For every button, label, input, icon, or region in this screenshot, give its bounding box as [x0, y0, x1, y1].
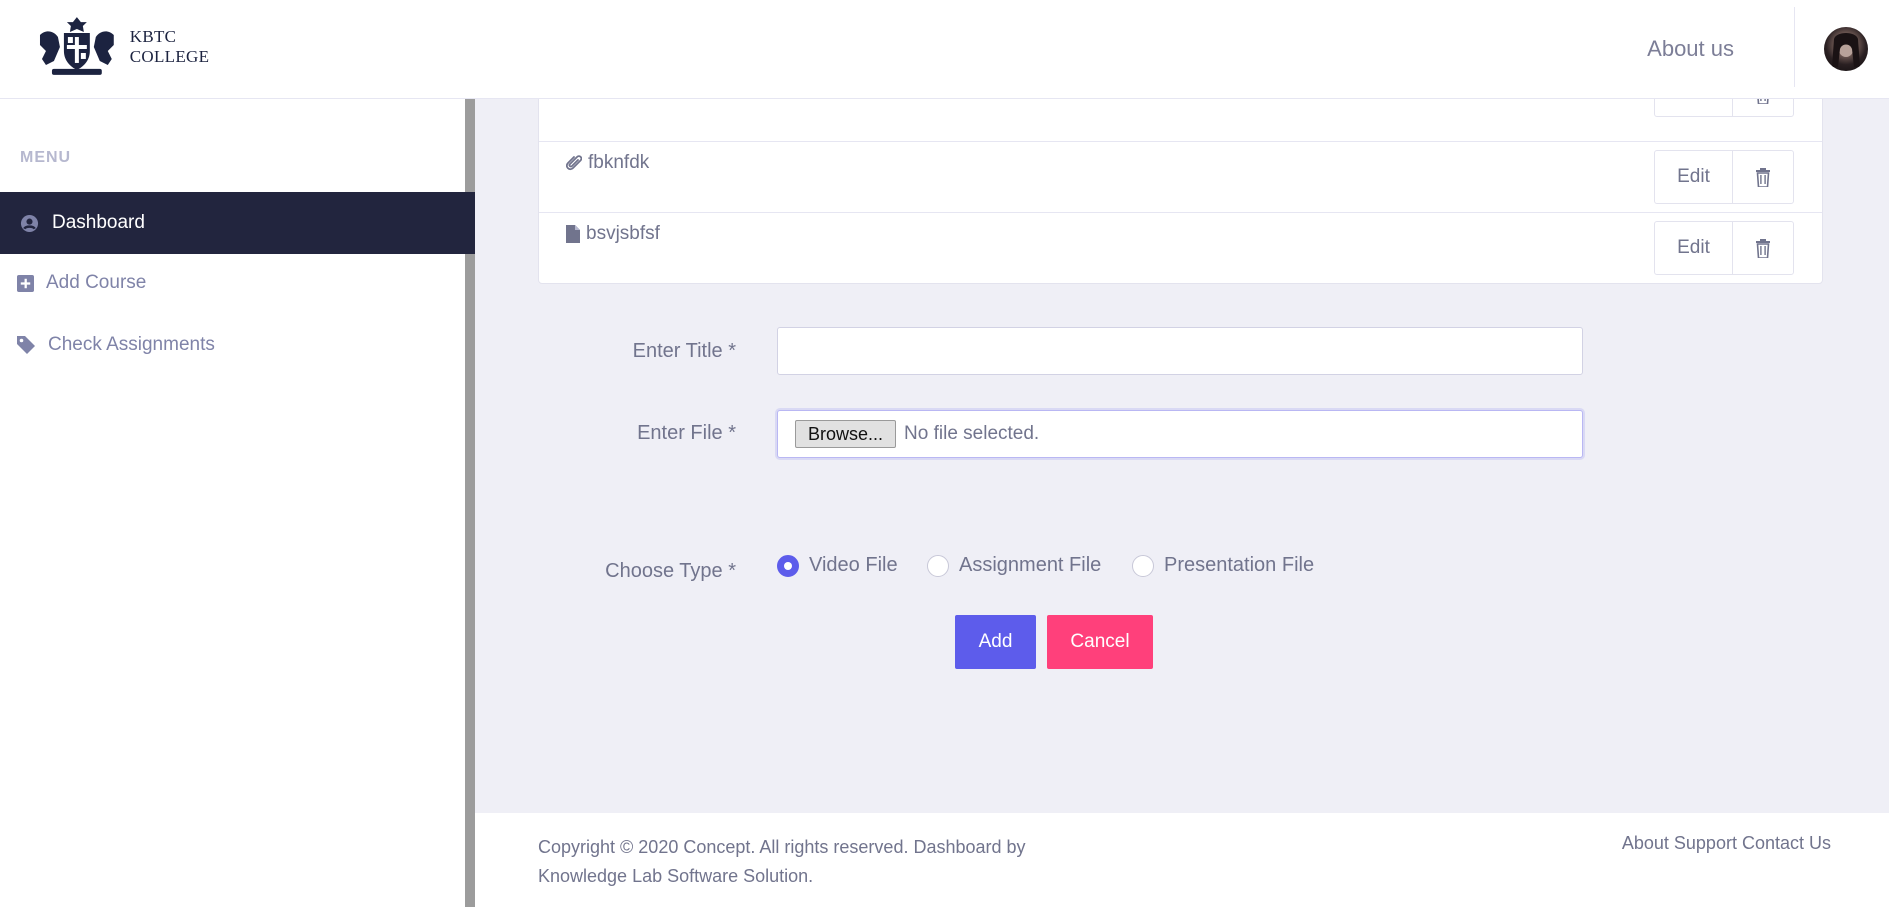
radio-label: Video File [809, 554, 898, 576]
crest-icon [39, 17, 114, 75]
footer: Copyright © 2020 Concept. All rights res… [475, 813, 1889, 907]
footer-links: About Support Contact Us [1622, 833, 1831, 854]
user-avatar[interactable] [1824, 27, 1868, 71]
file-label: Enter File * [637, 422, 736, 444]
radio-button-checked[interactable] [777, 554, 799, 577]
footer-link-contact[interactable]: Contact Us [1742, 833, 1831, 854]
logo-text: KBTC COLLEGE [129, 27, 210, 66]
trash-icon [1756, 167, 1770, 187]
radio-button[interactable] [1132, 554, 1154, 577]
list-item[interactable]: bsvjsbfsf Edit [539, 213, 1822, 284]
tag-icon [16, 335, 36, 355]
navbar-divider [1794, 7, 1795, 87]
footer-copyright: Copyright © 2020 Concept. All rights res… [538, 837, 1026, 886]
radio-label: Assignment File [959, 554, 1102, 576]
radio-video-file[interactable]: Video File [777, 554, 898, 577]
edit-button[interactable]: Edit [1655, 151, 1733, 203]
file-row-label: fbknfdk [566, 152, 649, 174]
user-circle-icon [19, 213, 39, 233]
sidebar-item-label: Add Course [46, 272, 147, 293]
plus-square-icon [15, 273, 35, 293]
radio-label: Presentation File [1164, 554, 1315, 576]
delete-button[interactable] [1733, 151, 1793, 203]
college-logo[interactable]: KBTC COLLEGE [34, 12, 260, 82]
sidebar-item-label: Dashboard [52, 212, 145, 233]
sidebar-item-label: Check Assignments [48, 334, 215, 355]
radio-presentation-file[interactable]: Presentation File [1132, 554, 1314, 577]
title-input[interactable] [777, 327, 1583, 375]
file-status: No file selected. [904, 423, 1040, 444]
radio-assignment-file[interactable]: Assignment File [927, 554, 1101, 577]
radio-button[interactable] [927, 554, 949, 577]
paperclip-icon [566, 155, 582, 171]
about-us-link[interactable]: About us [1647, 36, 1734, 62]
browse-button[interactable]: Browse... [795, 420, 897, 448]
footer-link-about[interactable]: About [1622, 833, 1669, 854]
edit-button[interactable]: Edit [1655, 222, 1733, 274]
file-input[interactable]: Browse... No file selected. [777, 410, 1583, 458]
row-actions: Edit [1654, 221, 1794, 275]
title-label: Enter Title * [632, 340, 736, 362]
delete-button[interactable] [1733, 222, 1793, 274]
avatar-image [1832, 33, 1860, 67]
trash-icon [1756, 238, 1770, 258]
list-item[interactable]: fbknfdk Edit [539, 142, 1822, 213]
row-actions: Edit [1654, 150, 1794, 204]
add-button[interactable]: Add [955, 615, 1036, 669]
file-icon [566, 225, 580, 243]
cancel-button[interactable]: Cancel [1047, 615, 1153, 669]
course-files-list: Edit fbknfdk Edit bsvjsbfsf Edit [538, 70, 1823, 284]
file-row-label: bsvjsbfsf [566, 223, 660, 245]
sidebar-item-check-assignments[interactable]: Check Assignments [0, 314, 475, 376]
top-navbar: KBTC COLLEGE About us [0, 0, 1889, 99]
type-label: Choose Type * [605, 560, 736, 582]
sidebar-item-dashboard[interactable]: Dashboard [0, 192, 475, 254]
menu-title: MENU [20, 149, 72, 166]
sidebar-item-add-course[interactable]: Add Course [0, 252, 475, 314]
footer-link-support[interactable]: Support [1674, 833, 1737, 854]
